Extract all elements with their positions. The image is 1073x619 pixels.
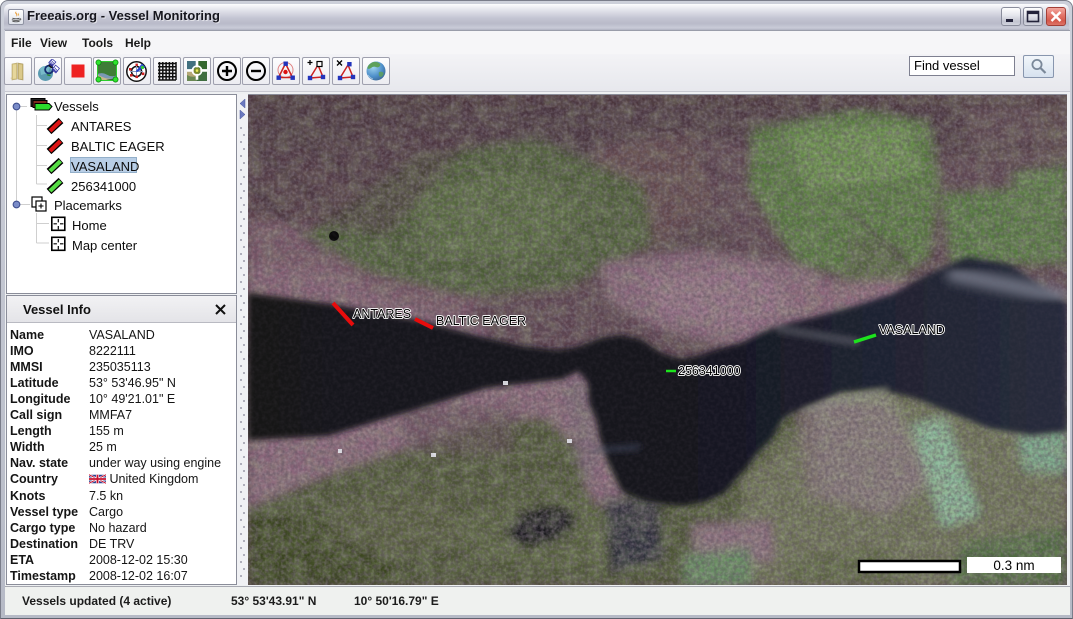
svg-text:0.3 nm: 0.3 nm — [993, 558, 1034, 573]
svg-text:ANTARES: ANTARES — [353, 307, 411, 321]
svg-text:BALTIC EAGER: BALTIC EAGER — [436, 314, 526, 328]
svg-text:256341000: 256341000 — [678, 364, 741, 378]
svg-text:VASALAND: VASALAND — [879, 323, 945, 337]
